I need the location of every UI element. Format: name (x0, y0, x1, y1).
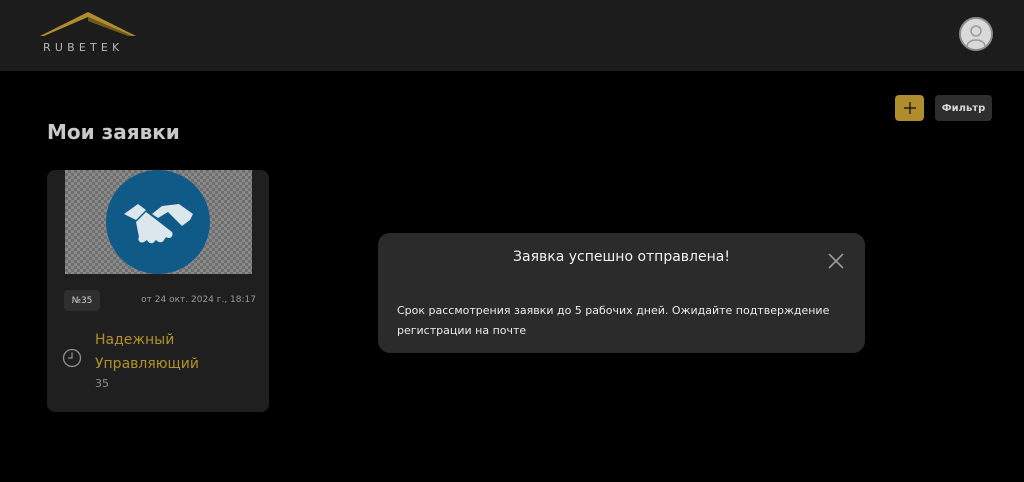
request-number-badge: №35 (64, 290, 100, 311)
request-date: от 24 окт. 2024 г., 18:17 (141, 295, 256, 305)
handshake-icon (106, 170, 210, 274)
add-request-button[interactable] (895, 95, 924, 121)
close-icon[interactable] (827, 252, 845, 270)
card-image (65, 170, 252, 274)
user-avatar-icon[interactable] (959, 17, 993, 51)
app-header: RUBETEK (0, 0, 1024, 71)
clock-icon (62, 348, 82, 368)
success-modal: Заявка успешно отправлена! Срок рассмотр… (378, 233, 865, 353)
company-name: Надежный Управляющий (95, 332, 199, 372)
request-card[interactable]: №35 от 24 окт. 2024 г., 18:17 Надежный У… (47, 170, 269, 412)
rubetek-logo[interactable]: RUBETEK (40, 12, 136, 56)
logo-text: RUBETEK (43, 41, 124, 54)
filter-button[interactable]: Фильтр (935, 95, 992, 121)
modal-message: Срок рассмотрения заявки до 5 рабочих дн… (397, 304, 830, 337)
request-number: 35 (95, 377, 109, 390)
plus-icon (903, 102, 916, 114)
roof-logo-icon (40, 12, 136, 36)
page-title: Мои заявки (47, 120, 180, 144)
modal-title: Заявка успешно отправлена! (513, 249, 730, 265)
